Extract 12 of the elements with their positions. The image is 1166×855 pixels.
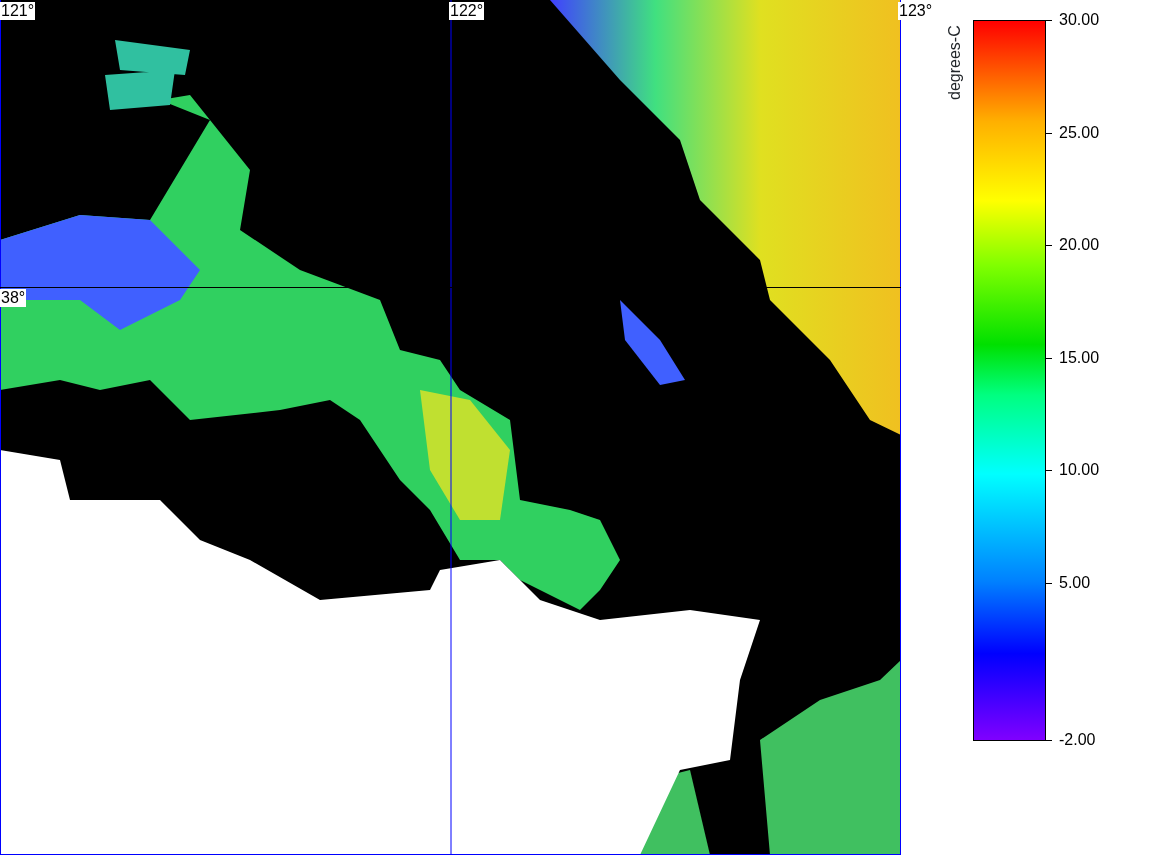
longitude-label: 123° [898,2,934,20]
latitude-label: 38° [0,289,27,307]
legend-title: degrees-C [946,25,964,100]
longitude-label: 121° [0,2,36,20]
scale-label: 5.00 [1059,574,1091,592]
scale-label: 25.00 [1059,124,1100,142]
longitude-label: 122° [449,2,485,20]
scale-label: 20.00 [1059,236,1100,254]
scale-label: 30.00 [1059,11,1100,29]
scale-label: -2.00 [1059,731,1096,749]
scale-label: 15.00 [1059,349,1100,367]
scale-label: 10.00 [1059,461,1100,479]
